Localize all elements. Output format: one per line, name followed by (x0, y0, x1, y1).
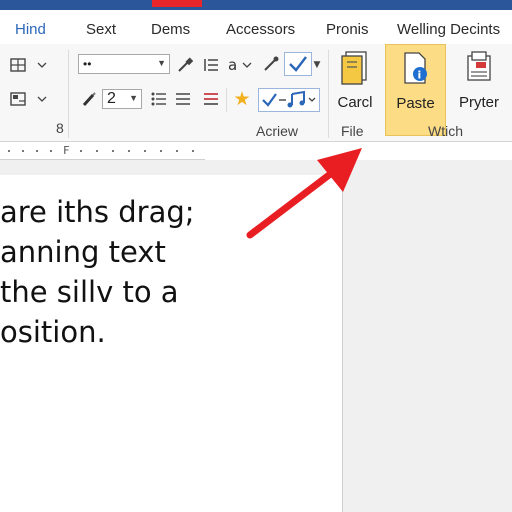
group-label-acriew: Acriew (256, 123, 299, 139)
ruler-tick (22, 150, 24, 152)
ribbon-divider (68, 50, 69, 138)
style-picker-button[interactable] (258, 88, 320, 112)
card-stack-icon (341, 51, 367, 85)
font-size-value: 2 (107, 90, 116, 107)
group-label-file: File (341, 123, 364, 139)
check-music-icon (262, 90, 316, 108)
font-name-combo[interactable]: •• ▼ (78, 54, 170, 74)
ruler-tick (192, 150, 194, 152)
paste-info-icon: i (403, 52, 427, 84)
tab-pronis[interactable]: Pronis (326, 21, 369, 38)
list-icon (204, 59, 218, 71)
chevron-down-icon: ▼ (129, 93, 138, 103)
view-button[interactable] (8, 88, 48, 110)
ruler-tick (80, 150, 82, 152)
document-page[interactable]: are iths drag; anning text the sillv to … (0, 175, 343, 512)
list-button[interactable] (200, 54, 222, 76)
document-line[interactable]: the sillv to a (0, 275, 179, 309)
chevron-down-icon[interactable]: ▼ (312, 58, 322, 72)
printer-button-label: Pryter (458, 94, 499, 111)
ruler-tick (144, 150, 146, 152)
bullet-list-icon (151, 92, 166, 106)
chevron-down-icon: ▼ (157, 58, 166, 68)
tab-hind[interactable]: Hind (15, 21, 46, 38)
group-number: 8 (56, 120, 64, 136)
ruler-tick (36, 150, 38, 152)
ribbon-divider (328, 50, 329, 138)
ribbon: 8 •• ▼ a ▼ 2 ▼ ★ Acriew Carcl File i Pas… (0, 44, 512, 142)
tab-dems[interactable]: Dems (151, 21, 190, 38)
svg-text:i: i (417, 69, 421, 82)
layout-button[interactable] (8, 54, 48, 76)
strikethrough-icon (204, 93, 218, 105)
ruler-tick (50, 150, 52, 152)
ruler-tick (8, 150, 10, 152)
card-button-label: Carcl (337, 94, 373, 111)
ribbon-tab-row: Hind Sext Dems Accessors Pronis Welling … (0, 10, 512, 44)
marker-icon (82, 92, 96, 107)
case-icon: a (228, 56, 252, 74)
title-bar (0, 0, 512, 10)
view-panel-icon (10, 92, 47, 106)
ruler-tick (96, 150, 98, 152)
font-name-value: •• (83, 57, 92, 71)
align-justify-icon (176, 93, 190, 105)
ruler-tick (128, 150, 130, 152)
pen-link-icon (264, 56, 279, 71)
paste-button-label: Paste (396, 95, 435, 112)
strike-button[interactable] (200, 88, 222, 110)
ruler-tick (160, 150, 162, 152)
star-icon: ★ (233, 88, 251, 110)
change-case-button[interactable]: a (226, 54, 256, 76)
grid-layout-icon (10, 58, 47, 72)
brush-icon (178, 57, 194, 72)
tab-accessors[interactable]: Accessors (226, 21, 295, 38)
check-style-button[interactable] (284, 52, 312, 76)
svg-text:a: a (228, 56, 237, 74)
tab-welling-decints[interactable]: Welling Decints (397, 21, 500, 38)
printer-doc-icon (467, 51, 491, 81)
ruler-tick (176, 150, 178, 152)
ruler-indent-marker[interactable]: F (63, 144, 70, 157)
bullets-button[interactable] (148, 88, 170, 110)
tab-sext[interactable]: Sext (86, 21, 116, 38)
align-button[interactable] (172, 88, 194, 110)
ribbon-divider (226, 88, 227, 112)
checkmark-icon (289, 56, 307, 72)
document-line[interactable]: are iths drag; (0, 195, 195, 229)
ruler-tick (112, 150, 114, 152)
printer-button[interactable]: Pryter (452, 44, 506, 136)
title-accent-mark (152, 0, 202, 7)
link-button[interactable] (260, 54, 282, 76)
highlight-button[interactable] (78, 88, 100, 110)
format-painter-button[interactable] (174, 54, 196, 76)
font-size-combo[interactable]: 2 ▼ (102, 89, 142, 109)
favorite-button[interactable]: ★ (230, 88, 254, 110)
horizontal-ruler[interactable]: F (0, 142, 205, 160)
document-line[interactable]: anning text (0, 235, 166, 269)
document-line[interactable]: osition. (0, 315, 106, 349)
